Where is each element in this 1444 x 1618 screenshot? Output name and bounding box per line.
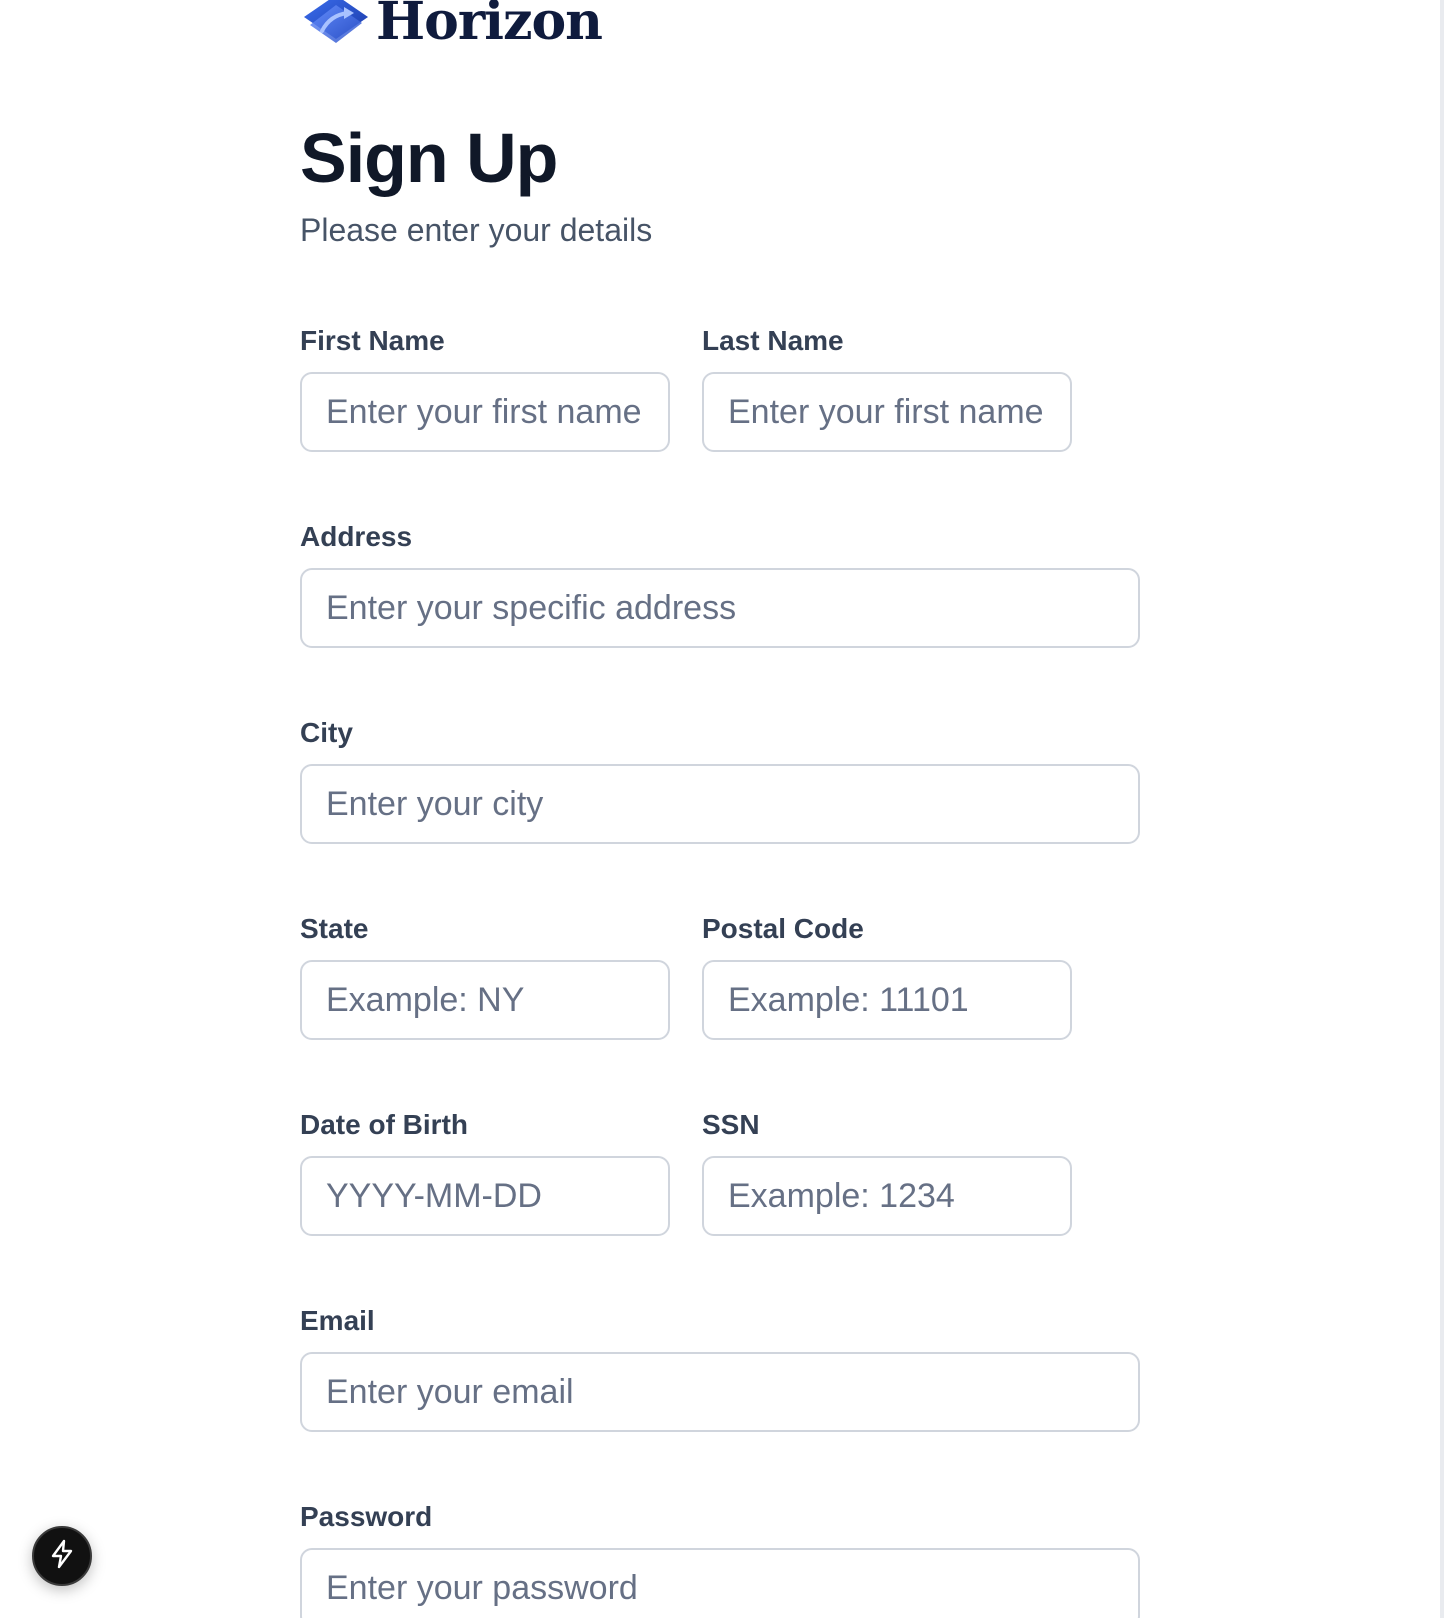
first-name-field-group: First Name xyxy=(300,324,670,452)
password-label: Password xyxy=(300,1501,433,1532)
date-of-birth-field-group: Date of Birth xyxy=(300,1108,670,1236)
last-name-input[interactable] xyxy=(702,372,1072,452)
email-label: Email xyxy=(300,1305,375,1336)
state-label: State xyxy=(300,913,369,944)
last-name-label: Last Name xyxy=(702,325,844,356)
city-input[interactable] xyxy=(300,764,1140,844)
email-field-group: Email xyxy=(300,1304,1140,1432)
lightning-icon xyxy=(48,1539,76,1574)
postal-code-field-group: Postal Code xyxy=(702,912,1072,1040)
sign-up-page: Horizon Sign Up Please enter your detail… xyxy=(0,0,1444,1618)
postal-code-input[interactable] xyxy=(702,960,1072,1040)
state-input[interactable] xyxy=(300,960,670,1040)
last-name-field-group: Last Name xyxy=(702,324,1072,452)
password-input[interactable] xyxy=(300,1548,1140,1618)
first-name-label: First Name xyxy=(300,325,445,356)
state-field-group: State xyxy=(300,912,670,1040)
address-input[interactable] xyxy=(300,568,1140,648)
city-label: City xyxy=(300,717,353,748)
first-name-input[interactable] xyxy=(300,372,670,452)
brand-name: Horizon xyxy=(376,0,603,52)
page-title: Sign Up xyxy=(300,119,558,197)
page-subtitle: Please enter your details xyxy=(300,212,653,248)
date-of-birth-label: Date of Birth xyxy=(300,1109,468,1140)
email-input[interactable] xyxy=(300,1352,1140,1432)
ssn-field-group: SSN xyxy=(702,1108,1072,1236)
ssn-label: SSN xyxy=(702,1109,760,1140)
password-field-group: Password xyxy=(300,1500,1140,1618)
postal-code-label: Postal Code xyxy=(702,913,864,944)
address-label: Address xyxy=(300,521,413,552)
date-of-birth-input[interactable] xyxy=(300,1156,670,1236)
city-field-group: City xyxy=(300,716,1140,844)
page-scrollbar[interactable] xyxy=(1440,0,1444,1618)
ssn-input[interactable] xyxy=(702,1156,1072,1236)
address-field-group: Address xyxy=(300,520,1140,648)
dev-tools-button[interactable] xyxy=(32,1526,92,1586)
horizon-logo-icon xyxy=(300,0,372,51)
brand-link[interactable]: Horizon xyxy=(300,0,603,56)
